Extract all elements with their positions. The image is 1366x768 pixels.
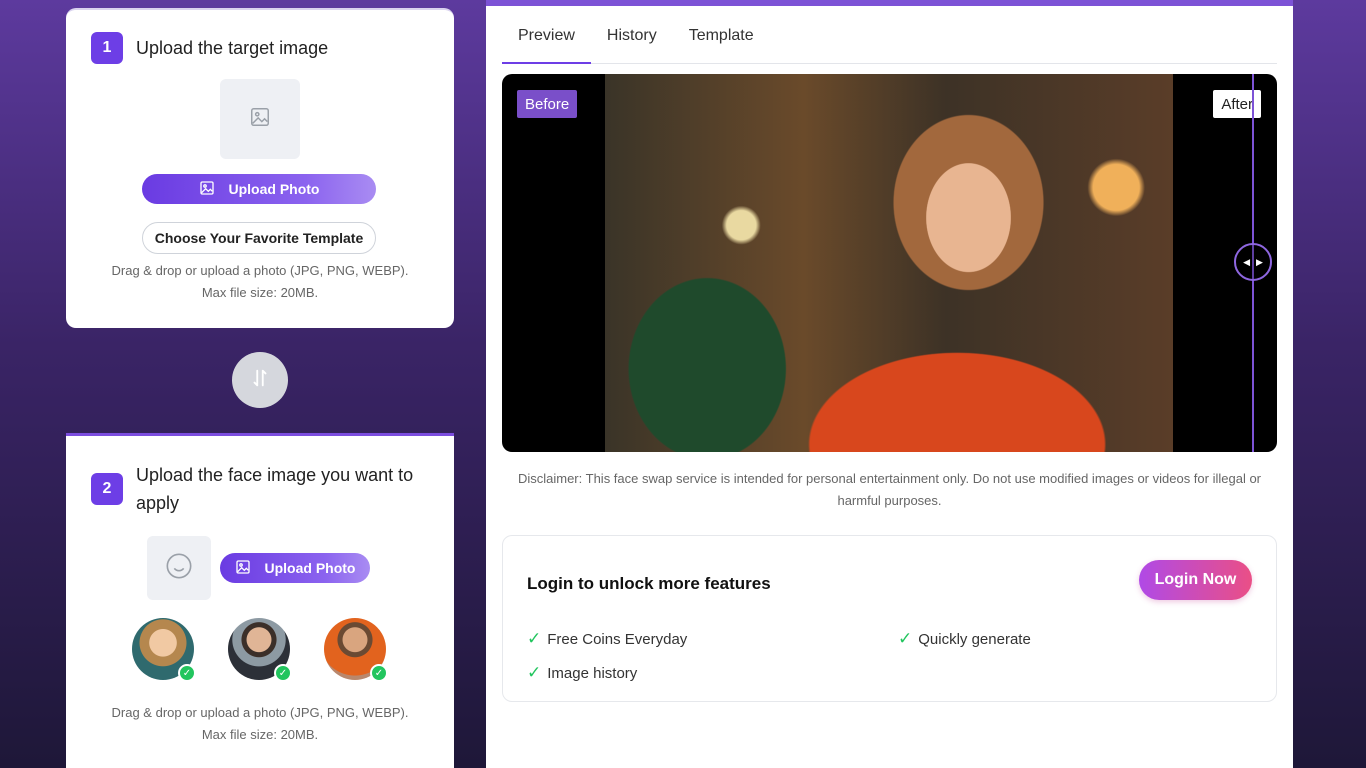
face-preset-avatar[interactable]: ✓: [132, 618, 196, 682]
result-tabs: Preview History Template: [502, 26, 1277, 64]
check-icon: ✓: [370, 664, 388, 682]
upload-photo-label: Upload Photo: [264, 560, 356, 576]
step-1-title: Upload the target image: [136, 38, 329, 58]
smiley-icon: [165, 552, 193, 585]
face-upload-hint: Drag & drop or upload a photo (JPG, PNG,…: [66, 702, 454, 746]
swap-button[interactable]: [232, 352, 288, 408]
before-label: Before: [517, 90, 578, 118]
hint-formats: Drag & drop or upload a photo (JPG, PNG,…: [111, 263, 409, 278]
check-icon: ✓: [898, 629, 913, 648]
target-image-card: 1 Upload the target image Upload Photo C…: [66, 8, 454, 328]
tab-template[interactable]: Template: [673, 26, 770, 64]
upload-photo-label: Upload Photo: [228, 181, 320, 197]
swap-arrows-icon: [249, 367, 271, 394]
disclaimer-text: Disclaimer: This face swap service is in…: [517, 471, 1262, 508]
step-2-title: Upload the face image you want to apply: [136, 465, 414, 513]
upload-target-photo-button[interactable]: Upload Photo: [142, 174, 376, 204]
left-column: 1 Upload the target image Upload Photo C…: [66, 0, 454, 768]
login-promo-title: Login to unlock more features: [527, 574, 771, 593]
login-promo-card: Login to unlock more features Login Now …: [502, 535, 1277, 702]
step-2-header: 2 Upload the face image you want to appl…: [91, 461, 431, 517]
hint-formats: Drag & drop or upload a photo (JPG, PNG,…: [111, 705, 409, 720]
feature-item: ✓ Free Coins Everyday: [527, 629, 687, 649]
check-icon: ✓: [527, 663, 542, 682]
login-now-button[interactable]: Login Now: [1139, 560, 1252, 600]
feature-label: Image history: [547, 664, 638, 682]
check-icon: ✓: [178, 664, 196, 682]
image-icon: [235, 559, 251, 578]
face-image-placeholder[interactable]: [147, 536, 211, 600]
image-icon: [249, 106, 271, 133]
feature-label: Quickly generate: [918, 630, 1031, 648]
preview-photo: [605, 74, 1173, 452]
image-icon: [199, 180, 215, 199]
hint-max-size: Max file size: 20MB.: [201, 285, 319, 300]
choose-template-button[interactable]: Choose Your Favorite Template: [142, 222, 376, 254]
hint-max-size: Max file size: 20MB.: [201, 727, 319, 742]
feature-item: ✓ Quickly generate: [898, 629, 1031, 649]
tab-history[interactable]: History: [591, 26, 673, 64]
feature-item: ✓ Image history: [527, 663, 637, 683]
arrow-right-icon: ▶: [1256, 256, 1263, 267]
compare-slider-handle[interactable]: ◀ ▶: [1234, 243, 1272, 281]
arrow-left-icon: ◀: [1243, 256, 1250, 267]
step-1-header: 1 Upload the target image: [91, 32, 328, 64]
face-presets: ✓ ✓ ✓: [132, 618, 388, 682]
feature-label: Free Coins Everyday: [547, 630, 688, 648]
result-panel: Preview History Template Before After ◀ …: [486, 0, 1293, 768]
check-icon: ✓: [527, 629, 542, 648]
check-icon: ✓: [274, 664, 292, 682]
upload-face-photo-button[interactable]: Upload Photo: [220, 553, 370, 583]
step-1-badge: 1: [91, 32, 123, 64]
face-preset-avatar[interactable]: ✓: [324, 618, 388, 682]
step-2-badge: 2: [91, 473, 123, 505]
face-preset-avatar[interactable]: ✓: [228, 618, 292, 682]
target-upload-hint: Drag & drop or upload a photo (JPG, PNG,…: [66, 260, 454, 304]
target-image-placeholder[interactable]: [220, 79, 300, 159]
before-after-preview[interactable]: Before After ◀ ▶: [502, 74, 1277, 452]
face-image-card: 2 Upload the face image you want to appl…: [66, 433, 454, 768]
tab-preview[interactable]: Preview: [502, 26, 591, 64]
